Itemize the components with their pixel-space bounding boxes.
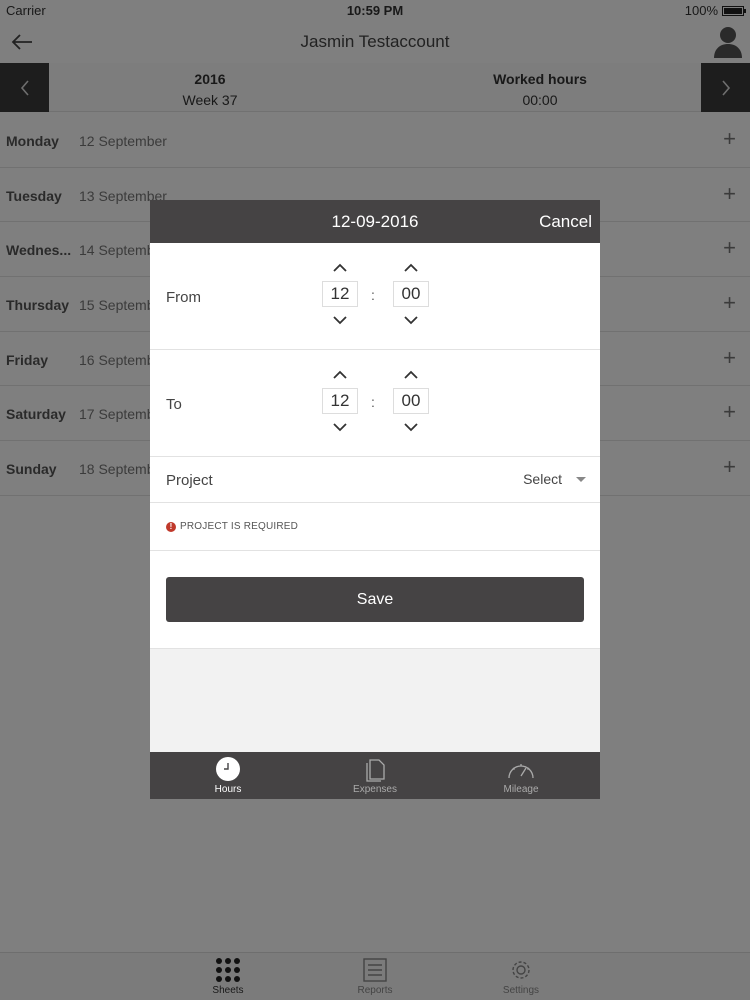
dialog-title: 12-09-2016 [331, 212, 419, 231]
from-hour-value[interactable]: 12 [322, 281, 358, 307]
to-label: To [166, 396, 182, 413]
error-text: PROJECT IS REQUIRED [180, 521, 299, 532]
clock-icon [216, 757, 240, 781]
from-hour-spinner: 12 [322, 255, 358, 333]
cancel-button[interactable]: Cancel [539, 212, 592, 232]
from-minute-value[interactable]: 00 [393, 281, 429, 307]
time-separator: : [371, 287, 375, 303]
tab-hours[interactable]: Hours [178, 756, 278, 795]
to-minute-value[interactable]: 00 [393, 388, 429, 414]
chevron-up-icon[interactable] [322, 362, 358, 388]
error-row: ! PROJECT IS REQUIRED [150, 503, 600, 551]
project-error-message: ! PROJECT IS REQUIRED [166, 521, 298, 532]
from-time-row: From 12 : 00 [150, 243, 600, 350]
from-label: From [166, 289, 201, 306]
caret-down-icon [576, 476, 586, 482]
chevron-up-icon[interactable] [393, 362, 429, 388]
tab-mileage[interactable]: Mileage [471, 756, 571, 795]
tab-label: Expenses [353, 784, 397, 795]
chevron-up-icon[interactable] [393, 255, 429, 281]
tab-expenses[interactable]: Expenses [325, 756, 425, 795]
document-icon [366, 759, 385, 782]
save-button[interactable]: Save [166, 577, 584, 622]
from-minute-spinner: 00 [393, 255, 429, 333]
to-hour-spinner: 12 [322, 362, 358, 440]
tab-label: Hours [214, 784, 242, 795]
chevron-up-icon[interactable] [322, 255, 358, 281]
dialog-header: 12-09-2016 Cancel [150, 200, 600, 243]
time-separator: : [371, 394, 375, 410]
project-label: Project [166, 472, 213, 489]
to-minute-spinner: 00 [393, 362, 429, 440]
project-row: Project Select [150, 457, 600, 503]
chevron-down-icon[interactable] [393, 414, 429, 440]
speedometer-icon [508, 764, 534, 779]
chevron-down-icon[interactable] [322, 307, 358, 333]
chevron-down-icon[interactable] [393, 307, 429, 333]
project-select[interactable]: Select [523, 471, 586, 487]
save-row: Save [150, 551, 600, 649]
to-hour-value[interactable]: 12 [322, 388, 358, 414]
to-time-row: To 12 : 00 [150, 350, 600, 457]
dialog-tab-bar: Hours Expenses Mileage [150, 752, 600, 799]
time-entry-dialog: 12-09-2016 Cancel From 12 : 00 To 12 : 0… [150, 200, 600, 799]
error-icon: ! [166, 521, 176, 532]
tab-label: Mileage [503, 784, 539, 795]
project-select-value: Select [523, 471, 562, 487]
chevron-down-icon[interactable] [322, 414, 358, 440]
